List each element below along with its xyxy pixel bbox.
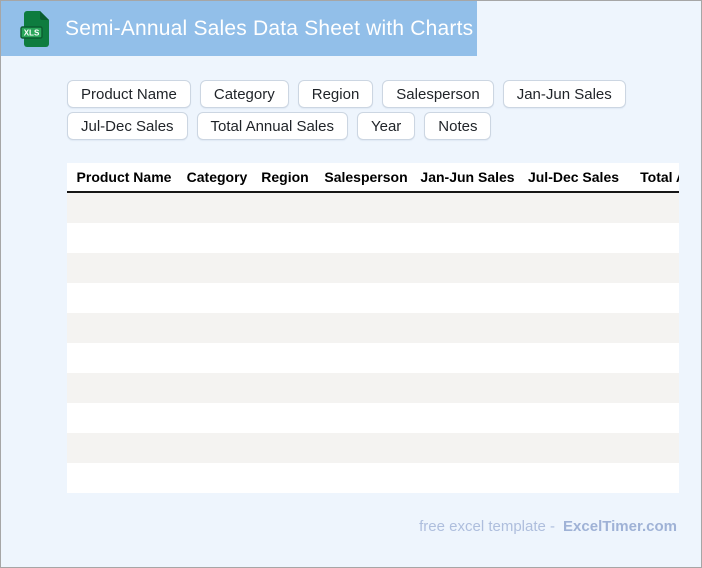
chip-total-annual-sales[interactable]: Total Annual Sales [196,112,348,140]
table-row [67,433,679,463]
table-row [67,223,679,253]
footer-brand-link[interactable]: ExcelTimer.com [563,518,677,535]
xls-file-icon: XLS [20,10,49,47]
column-header-total-annual-sales: Total Annual Sales [640,169,679,185]
column-header-category: Category [186,169,248,185]
chip-salesperson[interactable]: Salesperson [382,80,494,108]
table-row [67,463,679,493]
table-row [67,373,679,403]
table-body [67,193,679,493]
chip-notes[interactable]: Notes [424,112,492,140]
page-title: Semi-Annual Sales Data Sheet with Charts [65,16,474,40]
column-header-salesperson: Salesperson [324,169,408,185]
table-header-row: Product Name Category Region Salesperson Jan… [67,163,679,193]
table-row [67,343,679,373]
footer: free excel template - ExcelTimer.com [419,518,677,535]
table-row [67,193,679,223]
table-row [67,253,679,283]
header-bar: XLS Semi-Annual Sales Data Sheet with Ch… [1,1,477,56]
field-chips: Product Name Category Region Salesperson Jan… [67,80,689,140]
column-header-jul-dec-sales: Jul-Dec Sales [527,169,620,185]
chip-jan-jun-sales[interactable]: Jan-Jun Sales [502,80,626,108]
column-header-jan-jun-sales: Jan-Jun Sales [420,169,515,185]
chip-product-name[interactable]: Product Name [67,80,191,108]
column-header-product-name: Product Name [76,169,172,185]
chip-category[interactable]: Category [199,80,289,108]
data-table: Product Name Category Region Salesperson Jan… [67,163,679,493]
footer-text: free excel template - [419,518,556,535]
table-row [67,313,679,343]
xls-icon-label: XLS [24,28,40,37]
column-header-region: Region [261,169,309,185]
chip-year[interactable]: Year [356,112,416,140]
chip-region[interactable]: Region [297,80,374,108]
table-row [67,283,679,313]
chip-jul-dec-sales[interactable]: Jul-Dec Sales [67,112,188,140]
template-window: XLS Semi-Annual Sales Data Sheet with Ch… [0,0,702,568]
table-row [67,403,679,433]
